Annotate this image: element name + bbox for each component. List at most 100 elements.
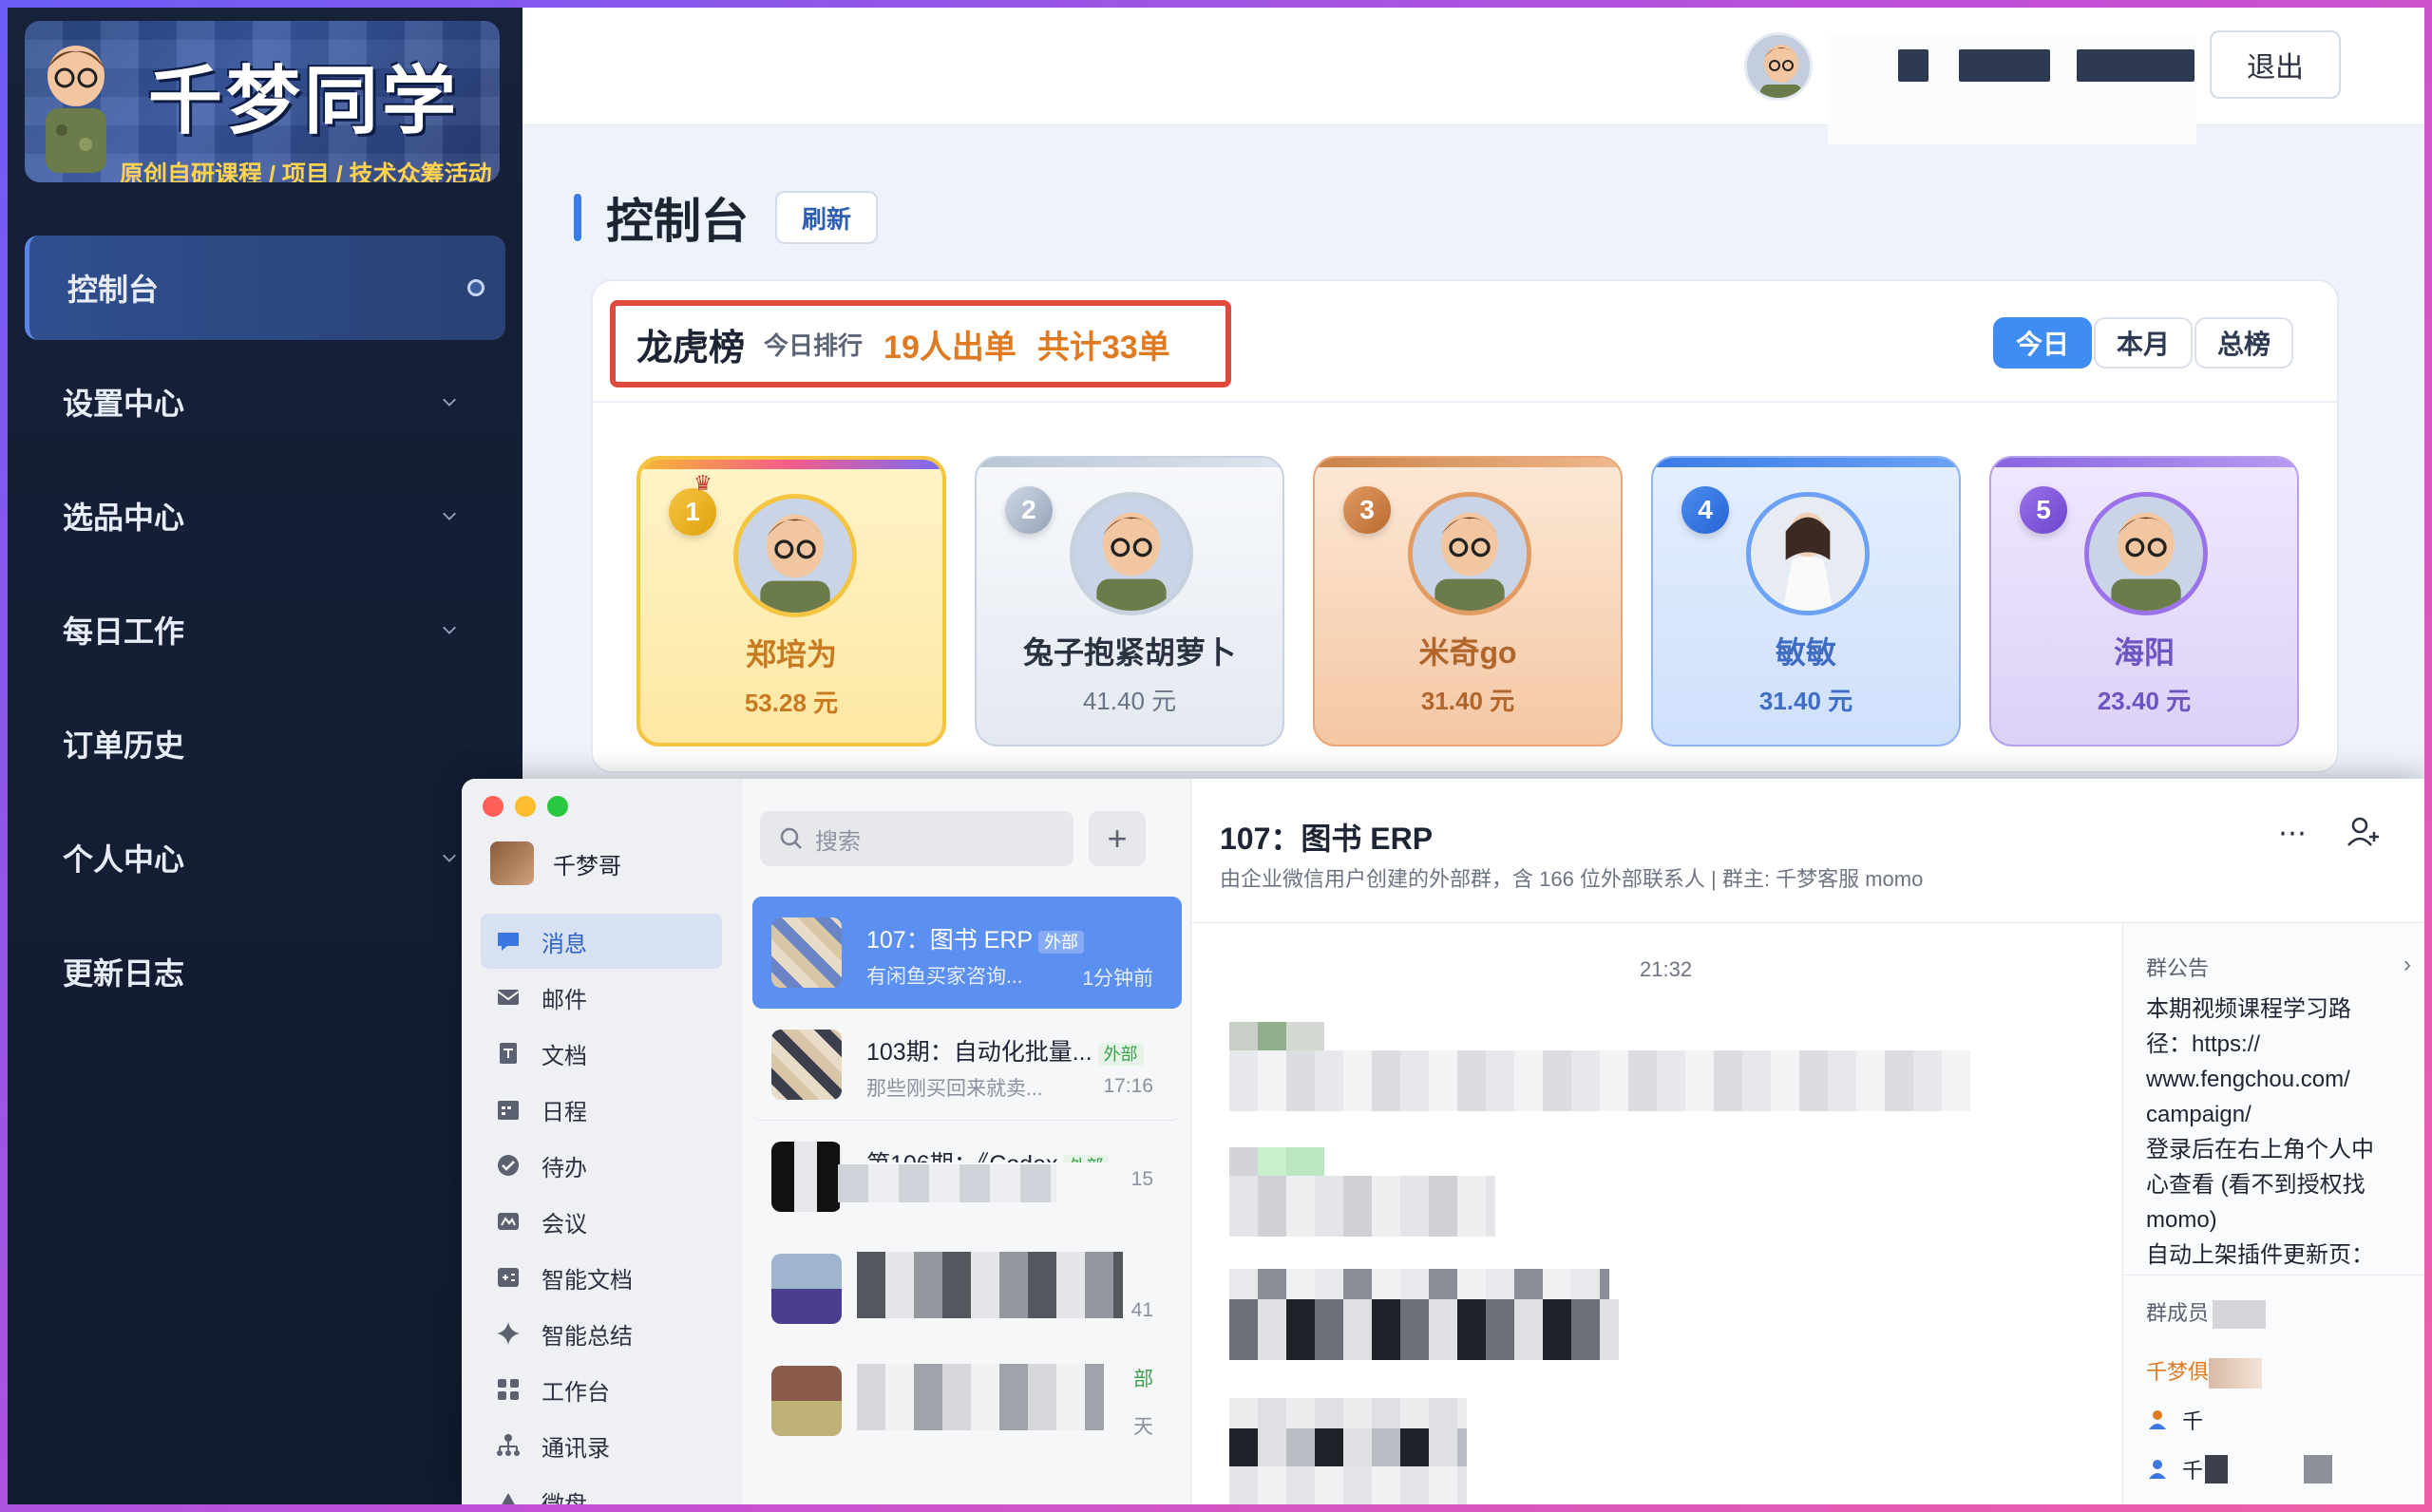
group-members: 群成员 千梦俱 千 千	[2123, 1275, 2424, 1484]
card-topline	[977, 458, 1282, 467]
zoom-window-button[interactable]	[547, 796, 568, 817]
card-topline	[640, 460, 942, 469]
pixelated-message	[1229, 1050, 1970, 1111]
conversation-item[interactable]: 107：图书 ERP 外部 有闲鱼买家咨询... 1分钟前	[752, 897, 1182, 1009]
menu-smart-summary[interactable]: 智能总结	[481, 1306, 722, 1361]
calendar-icon	[498, 1101, 519, 1120]
message-timestamp: 21:32	[1640, 957, 1693, 981]
rank-card-1[interactable]: 1 ♛ 郑培为 53.28 元	[636, 456, 946, 747]
chevron-right-icon[interactable]: ›	[2404, 952, 2411, 978]
conversation-item[interactable]: 41	[752, 1233, 1182, 1345]
external-tag: 外部	[1038, 931, 1085, 954]
menu-label: 工作台	[542, 1379, 610, 1406]
drive-icon	[502, 1493, 515, 1504]
sidebar-item-profile[interactable]: 个人中心	[25, 805, 505, 910]
brand-subtitle: 原创自研课程 / 项目 / 技术众筹活动	[120, 161, 492, 182]
avatar	[1070, 492, 1193, 615]
member-entry[interactable]: 千	[2146, 1454, 2333, 1484]
avatar-image-icon	[2089, 497, 2203, 611]
sidebar: 千梦同学 原创自研课程 / 项目 / 技术众筹活动 控制台 设置中心 选品中心 …	[8, 8, 522, 1504]
menu-calendar[interactable]: 日程	[481, 1082, 722, 1137]
rank-badge: 3	[1343, 486, 1391, 534]
conversation-title: 107：图书 ERP 外部	[866, 921, 1085, 955]
sidebar-item-label: 选品中心	[63, 501, 185, 535]
grid-icon	[498, 1379, 519, 1400]
more-icon[interactable]: ⋯	[2278, 817, 2320, 849]
members-heading: 群成员	[2146, 1296, 2267, 1330]
sidebar-item-dashboard[interactable]: 控制台	[25, 236, 505, 340]
leaderboard-cards: 1 ♛ 郑培为 53.28 元 2 兔子抱紧胡萝卜 41.40 元 3 米奇go…	[636, 456, 2299, 747]
user-avatar[interactable]	[1744, 32, 1813, 101]
close-window-button[interactable]	[483, 796, 504, 817]
menu-label: 微盘	[542, 1491, 587, 1505]
menu-messages[interactable]: 消息	[481, 914, 722, 969]
sidebar-item-label: 订单历史	[63, 728, 185, 763]
announcement-line: 心查看 (看不到授权找	[2146, 1172, 2366, 1198]
redacted-block	[1959, 49, 2050, 82]
menu-contacts[interactable]: 通讯录	[481, 1418, 722, 1473]
menu-drive[interactable]: 微盘	[481, 1474, 722, 1504]
conversation-title: 103期：自动化批量... 外部	[866, 1033, 1144, 1068]
pixelated-message	[1229, 1147, 1324, 1176]
leaderboard-people-count: 19人出单	[884, 329, 1016, 366]
member-entry[interactable]: 千梦俱	[2146, 1355, 2263, 1389]
menu-mail[interactable]: 邮件	[481, 970, 722, 1025]
leaderboard-panel: 龙虎榜 今日排行 19人出单 共计33单 今日 本月 总榜 1 ♛ 郑培为 53…	[591, 279, 2339, 773]
conversation-time: 1分钟前	[1082, 968, 1153, 990]
sidebar-item-product-selection[interactable]: 选品中心	[25, 463, 505, 568]
sparkle-icon	[497, 1322, 520, 1345]
rank-card-4[interactable]: 4 敏敏 31.40 元	[1651, 456, 1961, 747]
member-entry[interactable]: 千	[2146, 1405, 2203, 1435]
tab-all-time[interactable]: 总榜	[2194, 317, 2293, 369]
chat-title: 107：图书 ERP	[1220, 822, 1434, 856]
rank-amount: 23.40 元	[2097, 687, 2192, 715]
chat-app-sidebar: 千梦哥 消息 邮件 文档 日程 待办 会议 智能文档 智能总结 工作台 通讯录 …	[462, 779, 743, 1504]
conversation-time: 17:16	[1103, 1075, 1153, 1097]
pixelated-message	[1229, 1176, 1495, 1237]
current-user[interactable]: 千梦哥	[490, 841, 621, 885]
rank-card-5[interactable]: 5 海阳 23.40 元	[1989, 456, 2299, 747]
menu-todo[interactable]: 待办	[481, 1138, 722, 1193]
menu-label: 邮件	[542, 987, 587, 1013]
refresh-button[interactable]: 刷新	[775, 191, 878, 244]
tab-this-month[interactable]: 本月	[2093, 317, 2193, 369]
avatar	[1746, 492, 1870, 615]
rank-card-2[interactable]: 2 兔子抱紧胡萝卜 41.40 元	[975, 456, 1284, 747]
pixelated-preview	[857, 1364, 1104, 1430]
menu-label: 会议	[542, 1211, 587, 1238]
message-icon	[498, 933, 519, 951]
conversation-item[interactable]: 第106期：《Codex外部 15	[752, 1121, 1182, 1233]
chevron-down-icon	[443, 854, 456, 862]
logout-button[interactable]: 退出	[2210, 30, 2341, 99]
mascot-icon	[46, 46, 106, 173]
redacted-count	[2213, 1300, 2267, 1330]
window-controls	[483, 796, 580, 817]
announcement-line: momo)	[2146, 1207, 2217, 1233]
meeting-icon	[498, 1213, 519, 1230]
brand-logo[interactable]: 千梦同学 原创自研课程 / 项目 / 技术众筹活动	[25, 21, 500, 182]
menu-workbench[interactable]: 工作台	[481, 1362, 722, 1417]
search-icon	[780, 827, 802, 849]
search-input[interactable]: 搜索	[760, 811, 1074, 866]
menu-smart-docs[interactable]: 智能文档	[481, 1250, 722, 1305]
menu-label: 文档	[542, 1043, 587, 1069]
redacted-name	[2209, 1358, 2263, 1389]
rank-card-3[interactable]: 3 米奇go 31.40 元	[1313, 456, 1623, 747]
tab-today[interactable]: 今日	[1992, 317, 2092, 369]
menu-meeting[interactable]: 会议	[481, 1194, 722, 1249]
sidebar-item-changelog[interactable]: 更新日志	[25, 919, 505, 1024]
add-member-icon[interactable]	[2345, 813, 2383, 851]
sidebar-item-daily-work[interactable]: 每日工作	[25, 577, 505, 682]
add-button[interactable]: +	[1089, 811, 1146, 866]
rank-name: 兔子抱紧胡萝卜	[1022, 635, 1236, 670]
menu-docs[interactable]: 文档	[481, 1026, 722, 1081]
conversation-item[interactable]: 部 天	[752, 1345, 1182, 1457]
redacted-block	[2077, 49, 2194, 82]
minimize-window-button[interactable]	[515, 796, 536, 817]
menu-label: 智能文档	[542, 1267, 633, 1294]
conversation-item[interactable]: 103期：自动化批量... 外部 那些刚买回来就卖... 17:16	[752, 1009, 1182, 1121]
rank-badge: 4	[1682, 486, 1729, 534]
sidebar-item-order-history[interactable]: 订单历史	[25, 691, 505, 796]
pixelated-message	[1229, 1022, 1324, 1050]
sidebar-item-settings[interactable]: 设置中心	[25, 350, 505, 454]
